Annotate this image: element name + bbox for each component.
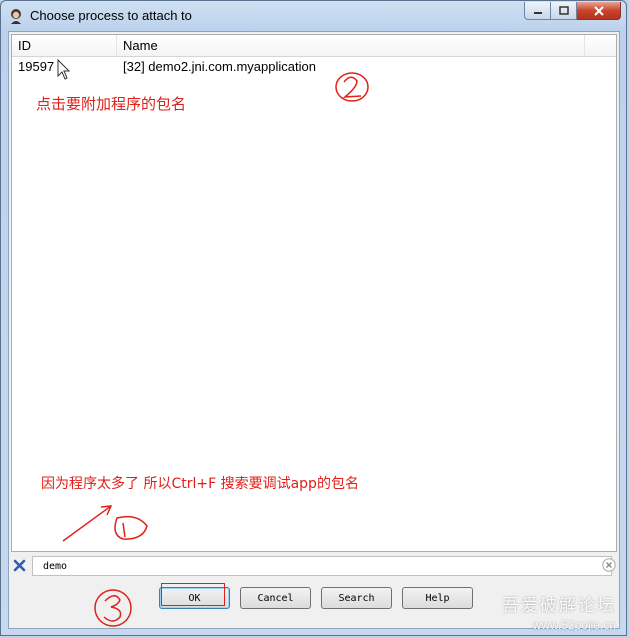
cancel-button[interactable]: Cancel (240, 587, 311, 609)
click-annotation: 点击要附加程序的包名 (36, 95, 187, 113)
table-row[interactable]: 19597 [32] demo2.jni.com.myapplication (12, 57, 616, 77)
column-header-name[interactable]: Name (117, 35, 585, 56)
search-annotation: 因为程序太多了 所以Ctrl+F 搜索要调试app的包名 (41, 476, 359, 492)
minimize-icon (533, 11, 542, 14)
column-header-id[interactable]: ID (12, 35, 117, 56)
process-id-cell: 19597 (18, 59, 55, 74)
window-controls (524, 2, 621, 21)
clear-circle-icon[interactable] (602, 558, 616, 572)
process-list[interactable]: ID Name 19597 [32] demo2.jni.com.myappli… (11, 34, 617, 552)
app-icon (11, 9, 21, 24)
dialog-client-area: ID Name 19597 [32] demo2.jni.com.myappli… (8, 31, 620, 629)
watermark-url: www.52pojie.cn (532, 618, 616, 632)
filter-input[interactable] (32, 556, 612, 576)
close-button[interactable] (577, 2, 621, 20)
help-button[interactable]: Help (402, 587, 473, 609)
dialog-window: Choose process to attach to ID Name 1959… (0, 0, 627, 636)
search-button[interactable]: Search (321, 587, 392, 609)
window-title: Choose process to attach to (30, 8, 192, 23)
clear-filter-x-icon[interactable] (13, 559, 26, 572)
watermark-text: 吾爱破解论坛 (502, 596, 616, 616)
minimize-button[interactable] (524, 2, 551, 20)
ok-button[interactable]: OK (159, 587, 230, 609)
filter-bar (9, 556, 619, 576)
maximize-button[interactable] (551, 2, 577, 20)
column-header-filler (585, 35, 616, 56)
title-bar[interactable]: Choose process to attach to (1, 1, 626, 31)
watermark: 吾爱破解论坛 www.52pojie.cn (502, 591, 616, 632)
list-header: ID Name (12, 35, 616, 57)
maximize-icon (558, 6, 569, 15)
close-icon (593, 5, 604, 16)
process-name-cell: [32] demo2.jni.com.myapplication (123, 59, 316, 74)
